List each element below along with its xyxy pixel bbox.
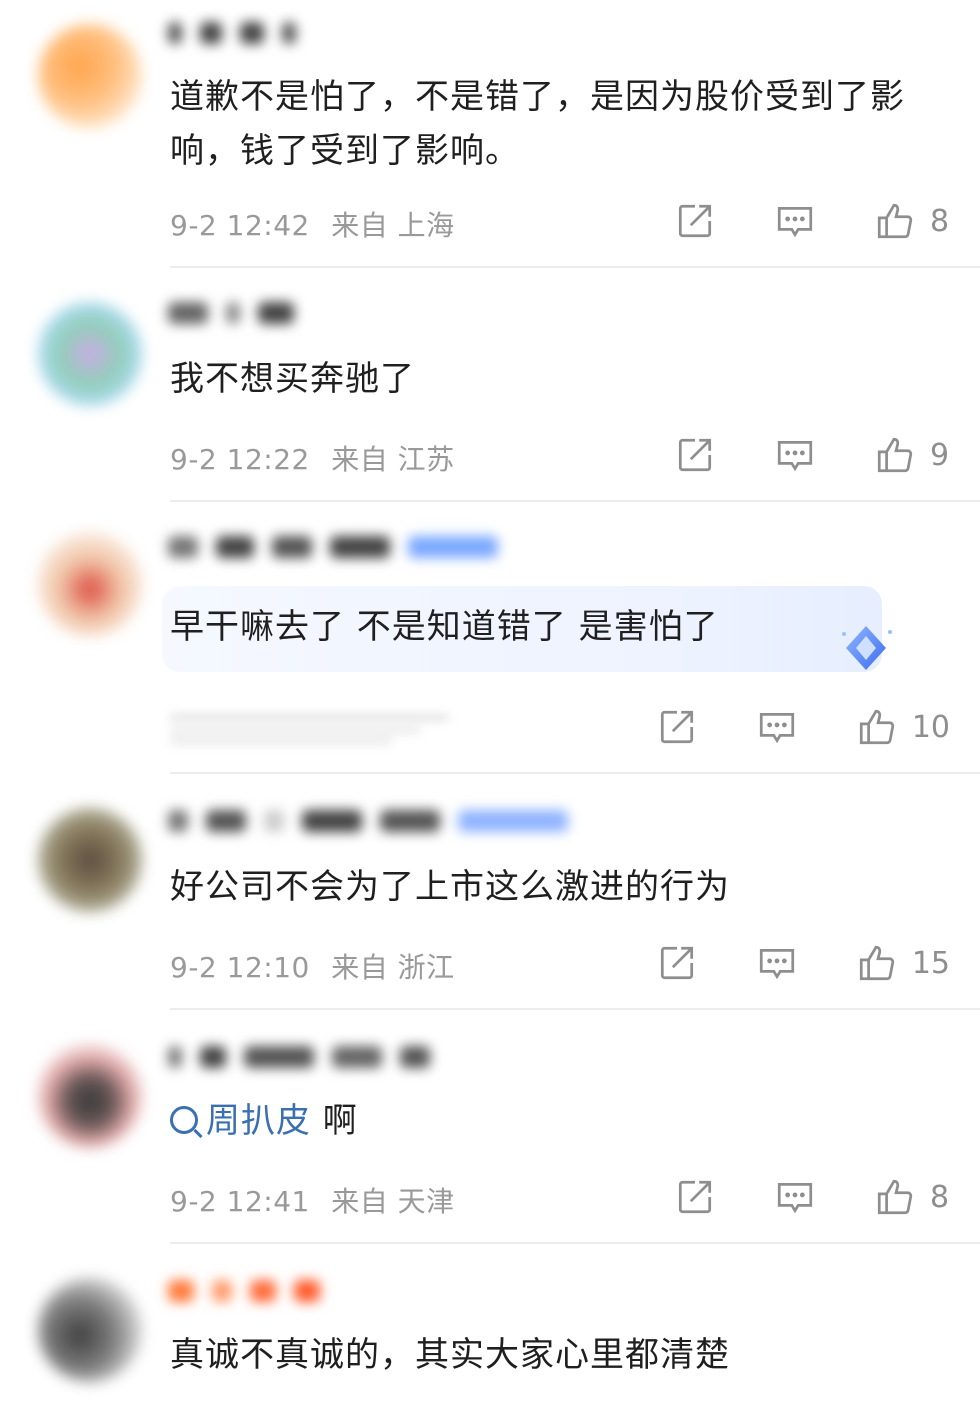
thumbs-up-icon <box>877 203 913 239</box>
comment-text: 早干嘛去了 不是知道错了 是害怕了 <box>170 607 719 647</box>
topic-label: 周扒皮 <box>206 1101 311 1141</box>
comment-actions: 10 <box>598 706 950 748</box>
share-button[interactable] <box>674 434 716 476</box>
comment-text-rest: 啊 <box>311 1101 358 1141</box>
comment-meta: 9-2 12:22 来自 江苏 <box>170 438 455 478</box>
comment-location: 来自 江苏 <box>331 443 455 476</box>
avatar[interactable] <box>38 1278 142 1382</box>
share-button[interactable] <box>656 942 698 984</box>
like-count: 9 <box>930 437 950 473</box>
comment-text: 好公司不会为了上市这么激进的行为 <box>170 867 730 907</box>
username[interactable] <box>168 22 588 52</box>
like-button[interactable]: 15 <box>856 942 950 984</box>
divider <box>170 1008 980 1010</box>
divider <box>170 772 980 774</box>
avatar[interactable] <box>38 24 142 128</box>
username[interactable] <box>168 810 688 840</box>
divider <box>170 500 980 502</box>
comment-text: 周扒皮 啊 <box>170 1094 358 1148</box>
comment-meta: 9-2 12:42 来自 上海 <box>170 204 455 244</box>
comment-icon <box>777 1183 813 1214</box>
comment-icon <box>759 949 794 980</box>
comment-icon <box>759 713 794 744</box>
like-count: 8 <box>930 1179 950 1215</box>
like-button[interactable]: 10 <box>856 706 950 748</box>
like-button[interactable]: 8 <box>874 1176 950 1218</box>
like-count: 8 <box>930 203 950 239</box>
reply-button[interactable] <box>774 200 816 242</box>
reply-button[interactable] <box>756 942 798 984</box>
comment-actions: 8 <box>616 1176 950 1218</box>
thumbs-up-icon <box>877 437 913 473</box>
comment-text: 道歉不是怕了，不是错了，是因为股价受到了影响，钱了受到了影响。 <box>170 77 905 171</box>
comment-location: 来自 天津 <box>331 1185 455 1218</box>
comment-meta: 9-2 12:41 来自 天津 <box>170 1180 455 1220</box>
comment-time: 9-2 12:22 <box>170 443 310 476</box>
comment-location: 来自 上海 <box>331 209 455 242</box>
search-icon <box>170 1106 198 1134</box>
avatar[interactable] <box>38 808 142 912</box>
share-icon <box>678 204 712 238</box>
share-button[interactable] <box>674 1176 716 1218</box>
comment-actions: 9 <box>616 434 950 476</box>
comment-actions: 8 <box>616 200 950 242</box>
reply-button[interactable] <box>756 706 798 748</box>
comment-icon <box>777 207 813 238</box>
username[interactable] <box>168 536 598 566</box>
avatar[interactable] <box>38 532 142 636</box>
divider <box>170 1242 980 1244</box>
diamond-badge-icon <box>842 626 892 670</box>
comment-location: 来自 浙江 <box>331 951 455 984</box>
comment-icon <box>777 441 813 472</box>
comment-text: 我不想买奔驰了 <box>170 359 415 399</box>
comment-time: 9-2 12:42 <box>170 209 310 242</box>
thumbs-up-icon <box>859 945 894 981</box>
comment-meta <box>170 712 448 743</box>
thumbs-up-icon <box>877 1179 913 1215</box>
thumbs-up-icon <box>859 709 894 745</box>
comment-actions: 15 <box>598 942 950 984</box>
username[interactable] <box>168 302 588 332</box>
share-icon <box>660 946 693 980</box>
comment-meta: 9-2 12:10 来自 浙江 <box>170 946 455 986</box>
avatar[interactable] <box>38 302 142 406</box>
share-icon <box>678 1180 712 1214</box>
share-icon <box>660 710 693 744</box>
avatar[interactable] <box>38 1044 142 1148</box>
share-button[interactable] <box>674 200 716 242</box>
share-button[interactable] <box>656 706 698 748</box>
reply-button[interactable] <box>774 1176 816 1218</box>
username[interactable] <box>168 1046 488 1076</box>
like-button[interactable]: 9 <box>874 434 950 476</box>
reply-button[interactable] <box>774 434 816 476</box>
comment-time: 9-2 12:10 <box>170 951 310 984</box>
topic-link[interactable]: 周扒皮 <box>170 1101 311 1141</box>
like-count: 10 <box>911 709 950 745</box>
like-button[interactable]: 8 <box>874 200 950 242</box>
share-icon <box>678 438 712 472</box>
username[interactable] <box>168 1280 408 1310</box>
like-count: 15 <box>911 945 950 981</box>
divider <box>170 266 980 268</box>
comment-time: 9-2 12:41 <box>170 1185 310 1218</box>
comment-text: 真诚不真诚的，其实大家心里都清楚 <box>170 1335 730 1375</box>
